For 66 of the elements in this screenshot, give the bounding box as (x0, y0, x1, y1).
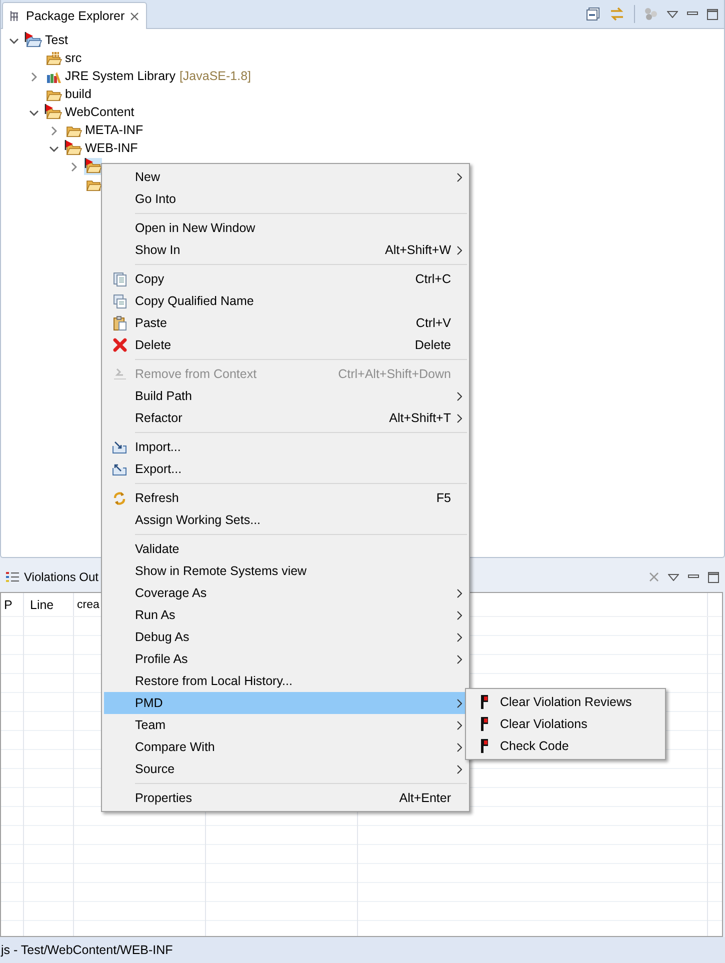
menu-item[interactable]: Show in Remote Systems view (104, 560, 467, 582)
column-header[interactable]: Line (24, 593, 74, 616)
import-icon (112, 440, 127, 454)
outline-list-icon (6, 571, 20, 583)
pmd-flag-icon (480, 717, 488, 731)
refresh-icon (112, 490, 127, 506)
tree-item[interactable]: WEB-INF (85, 141, 138, 155)
menu-item[interactable]: Build Path (104, 385, 467, 407)
menu-item[interactable]: Copy Ctrl+C (104, 268, 467, 290)
tree-item[interactable]: META-INF (85, 123, 144, 137)
menu-item[interactable]: Clear Violation Reviews (468, 691, 663, 713)
menu-item[interactable]: Assign Working Sets... (104, 509, 467, 531)
menu-item[interactable]: Import... (104, 436, 467, 458)
expand-chevron-icon[interactable] (69, 161, 79, 171)
menu-item[interactable]: Restore from Local History... (104, 670, 467, 692)
tab-title: Violations Out (24, 570, 98, 584)
menu-item[interactable]: Run As (104, 604, 467, 626)
menu-item[interactable]: Source (104, 758, 467, 780)
menu-item[interactable]: Paste Ctrl+V (104, 312, 467, 334)
tree-item[interactable]: WebContent (65, 105, 134, 119)
copy-icon (112, 294, 126, 308)
menu-item[interactable]: Go Into (104, 188, 467, 210)
menu-item[interactable]: New (104, 166, 467, 188)
column-header[interactable]: P (1, 593, 24, 616)
expand-chevron-icon[interactable] (49, 125, 59, 135)
tree-item[interactable]: src (65, 51, 82, 65)
delete-icon (112, 338, 126, 352)
menu-item[interactable]: PMD (104, 692, 467, 714)
menu-item[interactable]: Show In Alt+Shift+W (104, 239, 467, 261)
menu-item[interactable]: Debug As (104, 626, 467, 648)
folder-icon[interactable] (84, 158, 102, 174)
menu-item[interactable]: Profile As (104, 648, 467, 670)
export-icon (112, 462, 127, 476)
pmd-flag-icon (480, 695, 488, 709)
tree-item[interactable]: JRE System Library (65, 69, 176, 83)
menu-item[interactable]: Delete Delete (104, 334, 467, 356)
clipboard-icon (112, 316, 126, 330)
tab-title: Package Explorer (26, 9, 125, 23)
remove-context-icon (112, 367, 126, 381)
copy-icon (112, 272, 126, 286)
menu-item[interactable]: Clear Violations (468, 713, 663, 735)
library-version: [JavaSE-1.8] (179, 69, 252, 83)
expand-chevron-icon[interactable] (29, 71, 39, 81)
status-text: js - Test/WebContent/WEB-INF (0, 943, 173, 957)
collapse-all-icon[interactable] (586, 7, 600, 21)
menu-item[interactable]: Properties Alt+Enter (104, 787, 467, 809)
menu-item[interactable]: Compare With (104, 736, 467, 758)
maximize-icon[interactable] (708, 572, 719, 582)
menu-item[interactable]: Team (104, 714, 467, 736)
menu-item[interactable]: Refresh F5 (104, 487, 467, 509)
package-explorer-tab[interactable]: Package Explorer (2, 2, 147, 29)
menu-item[interactable]: Coverage As (104, 582, 467, 604)
tree-item[interactable]: Test (45, 33, 68, 47)
menu-item[interactable]: Open in New Window (104, 217, 467, 239)
menu-item[interactable]: Export... (104, 458, 467, 480)
menu-item[interactable]: Validate (104, 538, 467, 560)
pmd-flag-icon (480, 739, 488, 753)
close-icon[interactable] (130, 12, 139, 20)
menu-item[interactable]: Refactor Alt+Shift+T (104, 407, 467, 429)
tree-item[interactable]: build (65, 87, 92, 101)
maximize-icon[interactable] (707, 8, 718, 20)
view-menu-icon[interactable] (667, 10, 678, 18)
violations-outline-tab[interactable]: Violations Out (0, 570, 98, 584)
menu-item[interactable]: Check Code (468, 735, 663, 757)
menu-item[interactable]: Copy Qualified Name (104, 290, 467, 312)
view-menu-icon[interactable] (668, 574, 679, 580)
